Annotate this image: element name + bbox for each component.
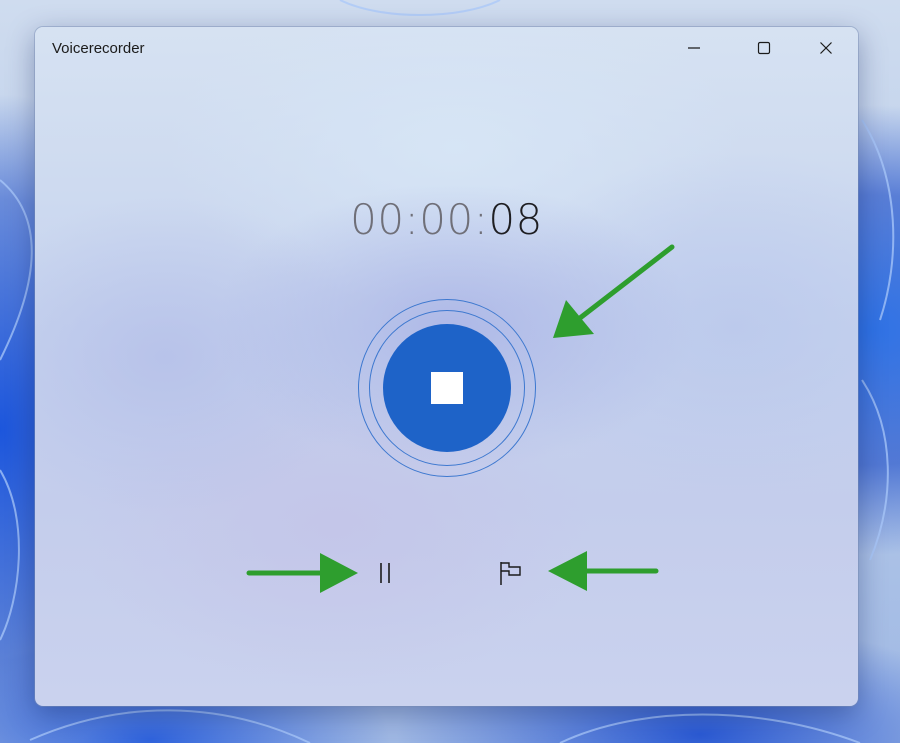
maximize-button[interactable] [741,27,787,69]
close-icon [820,42,832,54]
minimize-button[interactable] [671,27,717,69]
recording-timer: 00:00:08 [35,195,858,244]
stop-recording-button[interactable] [383,324,511,452]
timer-elapsed-hours-minutes: 00:00: [350,195,489,244]
pause-icon [380,563,390,583]
voice-recorder-window: Voicerecorder 00:00:08 [35,27,858,706]
timer-elapsed-seconds: 08 [488,195,543,244]
title-bar[interactable]: Voicerecorder [35,27,858,71]
maximize-icon [757,41,771,55]
flag-icon [500,562,521,585]
pause-button[interactable] [365,555,405,591]
minimize-icon [688,47,700,49]
stop-recording-control [358,299,536,477]
close-button[interactable] [803,27,849,69]
stop-icon [431,372,463,404]
app-title: Voicerecorder [52,40,145,57]
add-marker-button[interactable] [490,555,530,591]
